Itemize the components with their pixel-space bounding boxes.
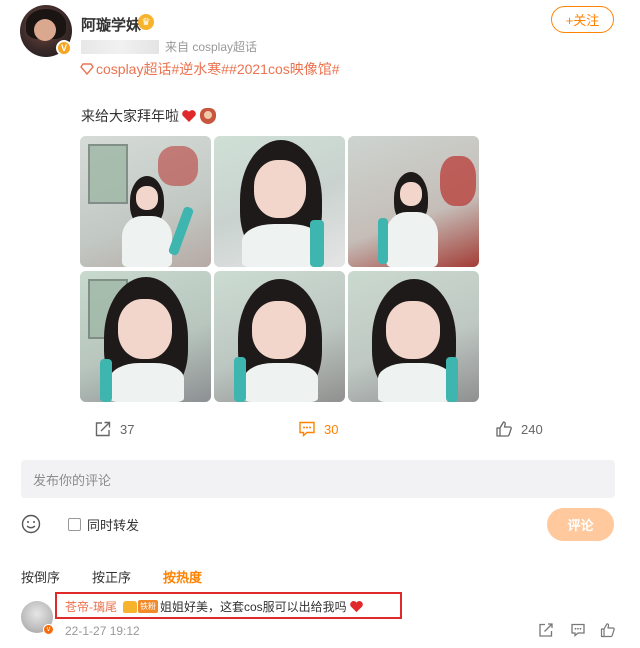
emoji-icon[interactable] xyxy=(21,514,41,534)
comment-line: 苍帝-璃尾 铁粉 姐姐好美，这套cos服可以出给我吗 xyxy=(65,598,364,615)
new-year-emoji-icon xyxy=(200,108,216,124)
checkbox-box[interactable] xyxy=(68,518,81,531)
post-text: 来给大家拜年啦 xyxy=(81,108,179,124)
post-source[interactable]: 来自 cosplay超话 xyxy=(165,38,257,55)
author-name[interactable]: 阿璇学妹 xyxy=(81,14,141,35)
post-photo-1[interactable] xyxy=(80,136,211,267)
comment-share-icon[interactable] xyxy=(538,622,554,638)
comment-text: 姐姐好美，这套cos服可以出给我吗 xyxy=(160,600,347,614)
sort-reverse-tab[interactable]: 按倒序 xyxy=(21,567,60,586)
comment-icon xyxy=(299,421,315,438)
topic-text[interactable]: cosplay超话#逆水寒##2021cos映像馆# xyxy=(96,59,340,79)
post-photo-3[interactable] xyxy=(348,136,479,267)
vip-crown-icon: ♛ xyxy=(138,14,154,30)
repost-checkbox[interactable]: 同时转发 xyxy=(68,515,139,534)
comment-like-icon[interactable] xyxy=(600,622,616,638)
post-photo-6[interactable] xyxy=(348,271,479,402)
commenter-name[interactable]: 苍帝-璃尾 xyxy=(65,598,117,615)
follow-button[interactable]: +关注 xyxy=(551,6,614,33)
fan-badge: 铁粉 xyxy=(123,600,158,613)
comment-input-placeholder: 发布你的评论 xyxy=(33,472,112,488)
post-meta: 来自 cosplay超话 xyxy=(81,38,257,55)
commenter-verified-icon: v xyxy=(43,624,54,635)
post-photo-5[interactable] xyxy=(214,271,345,402)
share-count: 37 xyxy=(120,421,135,437)
comment-reply-icon[interactable] xyxy=(570,622,586,638)
supertopic-diamond-icon xyxy=(80,63,94,75)
sort-forward-tab[interactable]: 按正序 xyxy=(92,567,131,586)
thumbs-up-icon xyxy=(496,421,512,437)
like-button[interactable]: 240 xyxy=(495,420,543,438)
heart-emoji-icon xyxy=(349,601,363,613)
comment-count: 30 xyxy=(324,421,339,437)
comment-time: 22-1-27 19:12 xyxy=(65,624,140,638)
crown-icon xyxy=(123,600,137,613)
share-icon xyxy=(95,421,111,437)
post-photo-2[interactable] xyxy=(214,136,345,267)
sort-hot-tab[interactable]: 按热度 xyxy=(163,567,202,586)
post-photo-4[interactable] xyxy=(80,271,211,402)
repost-label: 同时转发 xyxy=(87,518,140,533)
fan-badge-label: 铁粉 xyxy=(138,600,158,613)
comment-button[interactable]: 30 xyxy=(298,420,338,438)
blurred-timestamp xyxy=(81,39,159,54)
submit-comment-button[interactable]: 评论 xyxy=(547,508,614,541)
like-count: 240 xyxy=(521,421,543,437)
heart-emoji-icon xyxy=(182,110,196,122)
topic-links[interactable]: cosplay超话#逆水寒##2021cos映像馆# xyxy=(80,59,340,79)
comment-input[interactable]: 发布你的评论 xyxy=(21,460,615,498)
photo-grid xyxy=(80,136,480,402)
post-content: 来给大家拜年啦 xyxy=(81,106,216,126)
verified-badge-icon: V xyxy=(56,40,72,56)
share-button[interactable]: 37 xyxy=(94,420,134,438)
